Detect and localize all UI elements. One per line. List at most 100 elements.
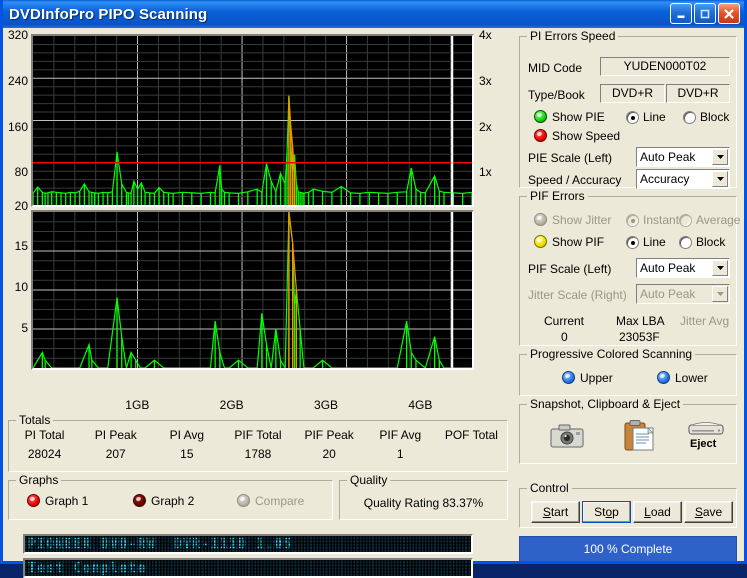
- speed-accuracy-combo[interactable]: Accuracy: [636, 169, 730, 189]
- compare-label: Compare: [255, 494, 305, 508]
- max-lba-label: Max LBA: [616, 314, 665, 328]
- totals-value-3: 1788: [244, 447, 272, 461]
- speed-tick-2x: 2x: [479, 120, 492, 134]
- show-pif-label: Show PIF: [552, 235, 605, 249]
- graph-2-toggle[interactable]: Graph 2: [133, 494, 194, 508]
- progress-bar: 100 % Complete: [519, 536, 737, 562]
- compare-led-icon: [237, 494, 250, 507]
- show-pie-label: Show PIE: [552, 110, 605, 124]
- pi-errors-plot: [33, 36, 472, 205]
- minimize-button[interactable]: [670, 3, 692, 24]
- pi-errors-panel: PI Errors Speed MID Code YUDEN000T02 Typ…: [519, 29, 737, 189]
- lower-toggle[interactable]: Lower: [657, 371, 708, 385]
- drive-led-display: PIONEER DVD-RW DVR-111D 1.05: [23, 534, 473, 554]
- average-label: Average: [696, 213, 741, 227]
- graph-2-label: Graph 2: [151, 494, 195, 508]
- clipboard-button[interactable]: [624, 420, 654, 456]
- graphs-group: Graphs Graph 1 Graph 2 Compare: [8, 473, 333, 520]
- totals-value-6: [436, 447, 507, 461]
- pie-scale-combo[interactable]: Auto Peak: [636, 147, 730, 167]
- totals-group: Totals PI Total PI Peak PI Avg PIF Total PIF…: [8, 413, 508, 472]
- chevron-down-icon[interactable]: [712, 171, 728, 187]
- x-tick-3gb: 3GB: [314, 398, 339, 412]
- upper-toggle[interactable]: Upper: [562, 371, 613, 385]
- y-tick-bot-5: 5: [21, 321, 28, 335]
- radio-dot-icon: [683, 110, 696, 124]
- pif-block-label: Block: [696, 235, 726, 249]
- y-tick-bot-10: 10: [14, 280, 28, 294]
- radio-dot-icon: [679, 235, 692, 249]
- totals-value-0: 28024: [27, 447, 62, 461]
- speed-accuracy-label: Speed / Accuracy: [528, 173, 622, 187]
- radio-dot-icon: [626, 213, 639, 227]
- title-bar: DVDInfoPro PIPO Scanning: [3, 0, 744, 28]
- jitter-avg-label: Jitter Avg: [680, 314, 730, 328]
- pie-line-radio[interactable]: Line: [626, 110, 666, 124]
- load-button[interactable]: Load: [633, 501, 682, 523]
- snapshot-button[interactable]: [550, 423, 584, 454]
- graph-1-label: Graph 1: [45, 494, 89, 508]
- save-button[interactable]: Save: [684, 501, 733, 523]
- current-label: Current: [544, 314, 585, 328]
- pie-block-radio[interactable]: Block: [683, 110, 729, 124]
- jitter-scale-combo: Auto Peak: [636, 284, 730, 304]
- chevron-down-icon[interactable]: [712, 260, 728, 276]
- totals-header-5: PIF Avg: [379, 428, 422, 442]
- upper-led-icon: [562, 371, 575, 384]
- show-speed-label: Show Speed: [552, 129, 621, 143]
- totals-caption: Totals: [16, 413, 54, 427]
- compare-toggle: Compare: [237, 494, 304, 508]
- x-axis-labels: 1GB 2GB 3GB 4GB: [31, 398, 474, 414]
- quality-caption: Quality: [347, 473, 391, 487]
- quality-group: Quality Quality Rating 83.37%: [339, 473, 508, 520]
- start-button[interactable]: Start: [531, 501, 580, 523]
- speed-tick-1x: 1x: [479, 165, 492, 179]
- pif-block-radio[interactable]: Block: [679, 235, 725, 249]
- totals-header-4: PIF Peak: [304, 428, 354, 442]
- show-jitter-toggle: Show Jitter: [534, 213, 611, 227]
- pif-line-radio[interactable]: Line: [626, 235, 666, 249]
- y-tick-top-240: 240: [7, 74, 28, 88]
- y-tick-top-20: 20: [14, 199, 28, 213]
- show-pif-toggle[interactable]: Show PIF: [534, 235, 604, 249]
- show-pie-toggle[interactable]: Show PIE: [534, 110, 605, 124]
- pif-errors-caption: PIF Errors: [527, 189, 588, 203]
- totals-header-3: PIF Total: [234, 428, 282, 442]
- left-pane: 320 240 160 80 20 15 10 5 4x 3x 2x 1x 1G…: [3, 28, 513, 578]
- type-book-label: Type/Book: [528, 88, 585, 102]
- chevron-down-icon: [712, 286, 728, 302]
- pie-line-label: Line: [643, 110, 666, 124]
- totals-header-0: PI Total: [24, 428, 65, 442]
- y-axis-labels: 320 240 160 80 20 15 10 5: [3, 28, 29, 394]
- stop-button[interactable]: Stop: [582, 501, 631, 523]
- chevron-down-icon[interactable]: [712, 149, 728, 165]
- graphs-caption: Graphs: [16, 473, 62, 487]
- progressive-scanning-panel: Progressive Colored Scanning Upper Lower: [519, 347, 737, 396]
- pie-scale-value: Auto Peak: [640, 150, 696, 164]
- pi-errors-graph[interactable]: [31, 34, 474, 207]
- y-tick-top-320: 320: [7, 28, 28, 42]
- totals-value-row: 28024 207 15 1788 20 1: [9, 447, 507, 461]
- pif-line-label: Line: [643, 235, 666, 249]
- pif-scale-combo[interactable]: Auto Peak: [636, 258, 730, 278]
- app-window: DVDInfoPro PIPO Scanning 320 240 160 80 …: [0, 0, 747, 578]
- right-pane: PI Errors Speed MID Code YUDEN000T02 Typ…: [513, 28, 744, 562]
- progress-label: 100 % Complete: [583, 542, 673, 556]
- show-speed-toggle[interactable]: Show Speed: [534, 129, 620, 143]
- eject-button[interactable]: Eject: [688, 421, 724, 450]
- graph-2-led-icon: [133, 494, 146, 507]
- totals-value-1: 207: [105, 447, 126, 461]
- control-caption: Control: [527, 481, 572, 495]
- close-button[interactable]: [718, 3, 740, 24]
- progressive-caption: Progressive Colored Scanning: [527, 347, 696, 361]
- totals-value-2: 15: [180, 447, 194, 461]
- jitter-average-radio: Average: [679, 213, 740, 227]
- clipboard-icon: [624, 420, 654, 451]
- pie-scale-label: PIE Scale (Left): [528, 151, 613, 165]
- pif-scale-label: PIF Scale (Left): [528, 262, 612, 276]
- graph-1-toggle[interactable]: Graph 1: [27, 494, 88, 508]
- maximize-button[interactable]: [694, 3, 716, 24]
- lower-led-icon: [657, 371, 670, 384]
- pif-errors-panel: PIF Errors Show Jitter Instant Average S…: [519, 189, 740, 346]
- pif-errors-graph[interactable]: [31, 210, 474, 370]
